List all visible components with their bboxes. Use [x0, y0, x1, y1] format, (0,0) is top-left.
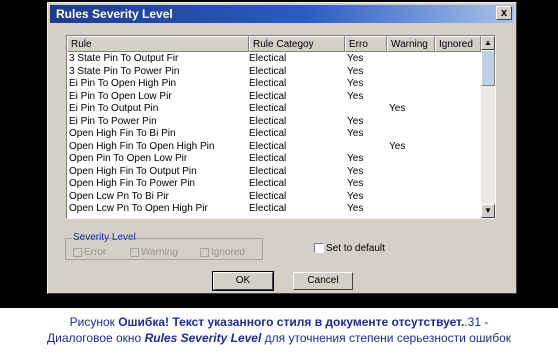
table-row[interactable]: 3 State Pin To Output Fir Electical Yes [67, 53, 481, 66]
column-header-error[interactable]: Erro [345, 36, 387, 52]
cell-rule: Open Pin To Open Low Pir [69, 153, 188, 164]
cell-error: Yes [347, 165, 364, 177]
arrow-down-icon: ▼ [484, 206, 492, 215]
cell-rule: 3 State Pin To Power Pin [69, 65, 180, 77]
option-ignored: Ignored [200, 247, 245, 258]
caption-dialog-name: Rules Severity Level [144, 331, 262, 345]
table-row[interactable]: 3 State Pin To Power Pin Electical Yes [67, 66, 481, 79]
cell-error: Yes [347, 65, 364, 77]
cell-error: Yes [347, 115, 364, 127]
set-to-default[interactable]: Set to default [314, 243, 385, 254]
warning-checkbox [130, 248, 139, 257]
caption-number: .31 - [464, 315, 489, 329]
cell-category: Electical [249, 165, 287, 177]
caption-line2-end: для уточнения степени серьезности ошибок [261, 331, 511, 345]
table-row[interactable]: Ei Pin To Open Low Pir Electical Yes [67, 91, 481, 104]
cell-rule: Open High Fin To Open High Pin [69, 140, 215, 152]
option-error: Error [73, 247, 106, 258]
cell-category: Electical [249, 103, 287, 114]
scroll-up-button[interactable]: ▲ [481, 36, 495, 50]
cell-error: Yes [347, 178, 364, 189]
table-row[interactable]: Open High Fin To Output Pin Electical Yes [67, 166, 481, 179]
cell-category: Electical [249, 90, 287, 102]
table-row[interactable]: Open High Fin To Bi Pin Electical Yes [67, 128, 481, 141]
cell-error: Yes [347, 128, 364, 139]
scroll-down-button[interactable]: ▼ [481, 204, 495, 218]
figure-caption: Рисунок Ошибка! Текст указанного стиля в… [0, 314, 558, 346]
cell-rule: Open Lcw Pn To Bi Pir [69, 190, 169, 202]
column-header-warning[interactable]: Warning [387, 36, 435, 52]
option-error-label: Error [84, 247, 107, 258]
cell-error: Yes [347, 78, 364, 89]
cell-rule: Ei Pin To Open High Pin [69, 78, 177, 89]
set-to-default-label: Set to default [326, 243, 385, 254]
option-warning: Warning [130, 247, 178, 258]
table-row[interactable]: Open High Fin To Power Pin Electical Yes [67, 178, 481, 191]
caption-line-1: Рисунок Ошибка! Текст указанного стиля в… [0, 314, 558, 330]
cell-rule: Open High Fin To Power Pin [69, 178, 195, 189]
table-row[interactable]: Open Pin To Open Low Pir Electical Yes [67, 153, 481, 166]
cell-category: Electical [249, 115, 287, 127]
cell-rule: Ei Pin To Power Pin [69, 115, 157, 127]
cell-rule: Ei Pin To Open Low Pir [69, 90, 172, 102]
cell-rule: 3 State Pin To Output Fir [69, 53, 179, 64]
cell-rule: Open High Fin To Bi Pin [69, 128, 176, 139]
close-icon: x [500, 7, 508, 19]
cell-category: Electical [249, 190, 287, 202]
ignored-checkbox [200, 248, 209, 257]
table-row[interactable]: Open Lcw Pn To Open High Pir Electical Yes [67, 203, 481, 216]
cell-category: Electical [249, 65, 287, 77]
title-bar: Rules Severity Level x [50, 5, 514, 23]
arrow-up-icon: ▲ [484, 38, 492, 47]
caption-error-text: Ошибка! Текст указанного стиля в докумен… [118, 315, 465, 329]
severity-group-label: Severity Level [73, 232, 136, 243]
list-header: Rule Rule Categoy Erro Warning Ignored [67, 36, 481, 52]
cell-category: Electical [249, 140, 287, 152]
table-row[interactable]: Ei Pin To Open High Pin Electical Yes [67, 78, 481, 91]
ok-button[interactable]: OK [212, 271, 274, 291]
cell-error: Yes [347, 153, 364, 164]
cell-warning: Yes [389, 103, 406, 114]
cell-category: Electical [249, 153, 287, 164]
table-row[interactable]: Open High Fin To Open High Pin Electical Y… [67, 141, 481, 154]
cell-category: Electical [249, 53, 287, 64]
cell-rule: Open Lcw Pn To Open High Pir [69, 203, 208, 214]
scroll-thumb[interactable] [481, 50, 495, 86]
option-ignored-label: Ignored [211, 247, 245, 258]
cell-category: Electical [249, 178, 287, 189]
column-header-ignored[interactable]: Ignored [435, 36, 481, 52]
cell-category: Electical [249, 78, 287, 89]
list-rows: 3 State Pin To Output Fir Electical Yes 3 S… [67, 53, 481, 216]
cell-category: Electical [249, 128, 287, 139]
error-checkbox [73, 248, 82, 257]
column-header-category[interactable]: Rule Categoy [249, 36, 345, 52]
table-row[interactable]: Ei Pin To Power Pin Electical Yes [67, 116, 481, 129]
set-to-default-checkbox[interactable] [314, 243, 324, 253]
cell-error: Yes [347, 190, 364, 202]
caption-line-2: Диалоговое окно Rules Severity Level для… [0, 330, 558, 346]
cancel-button[interactable]: Cancel [293, 272, 353, 290]
vertical-scrollbar[interactable]: ▲ ▼ [481, 36, 495, 218]
option-warning-label: Warning [141, 247, 178, 258]
close-button[interactable]: x [496, 6, 512, 20]
caption-prefix: Рисунок [69, 315, 119, 329]
table-row[interactable]: Open Lcw Pn To Bi Pir Electical Yes [67, 191, 481, 204]
cell-rule: Ei Pin To Output Pin [69, 103, 159, 114]
cell-rule: Open High Fin To Output Pin [69, 165, 197, 177]
cell-error: Yes [347, 90, 364, 102]
column-header-rule[interactable]: Rule [67, 36, 249, 52]
caption-line2-start: Диалоговое окно [46, 331, 145, 345]
rules-list[interactable]: Rule Rule Categoy Erro Warning Ignored 3… [66, 35, 496, 219]
cell-error: Yes [347, 53, 364, 64]
cell-error: Yes [347, 203, 364, 214]
table-row[interactable]: Ei Pin To Output Pin Electical Yes [67, 103, 481, 116]
cell-category: Electical [249, 203, 287, 214]
cell-warning: Yes [389, 140, 406, 152]
dialog-title: Rules Severity Level [56, 7, 173, 21]
